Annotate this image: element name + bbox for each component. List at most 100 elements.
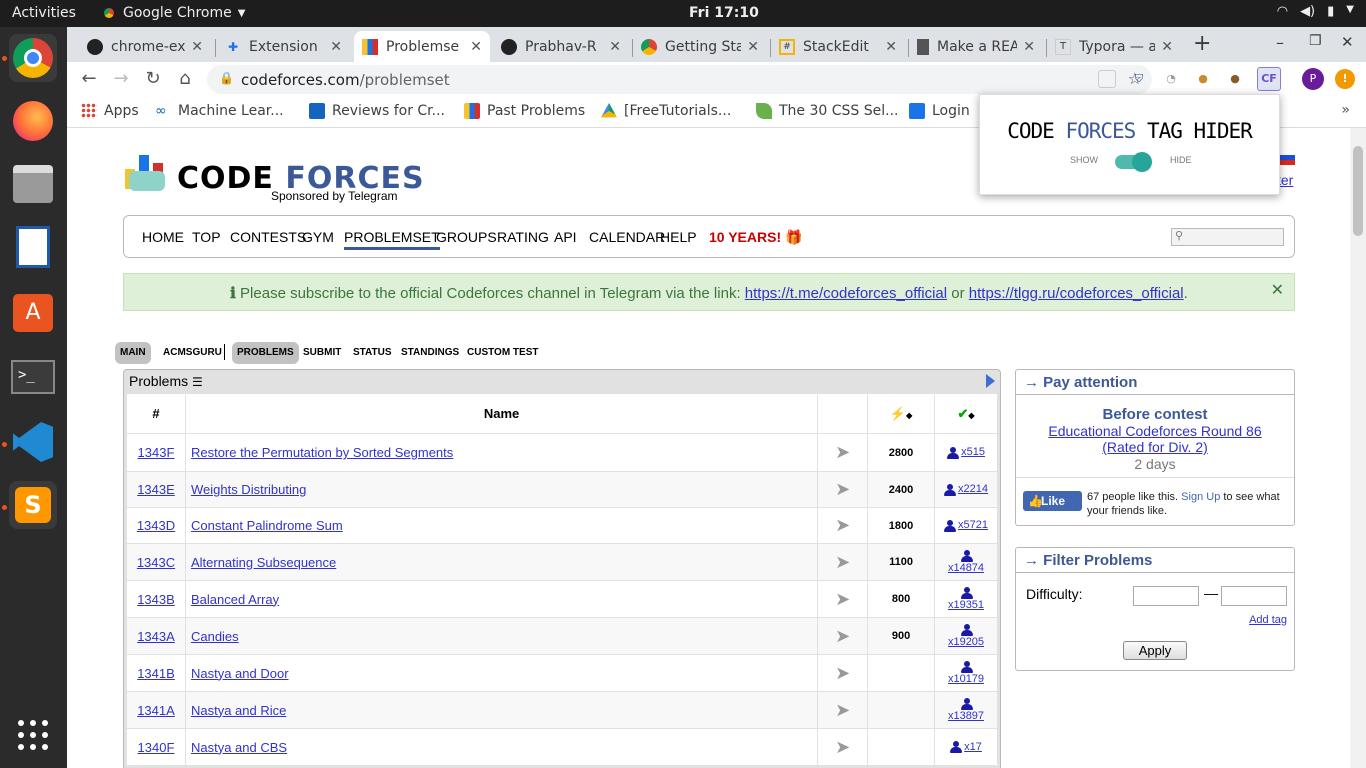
problem-name-link[interactable]: Candies	[191, 629, 239, 644]
problem-name-link[interactable]: Nastya and Door	[191, 666, 289, 681]
submit-plane-icon[interactable]: ➤	[817, 471, 869, 508]
problem-id-link[interactable]: 1343F	[138, 445, 175, 460]
cf-tag-hider-extension-icon[interactable]: CF	[1257, 67, 1281, 91]
dock-writer[interactable]	[9, 223, 57, 271]
column-header-solved[interactable]: ✔◆	[934, 393, 998, 434]
dock-chrome[interactable]	[9, 34, 57, 82]
menu-help[interactable]: HELP	[660, 229, 697, 245]
list-icon[interactable]: ☰	[192, 375, 203, 389]
problem-name-link[interactable]: Alternating Subsequence	[191, 555, 336, 570]
bookmark-reviews[interactable]: Reviews for Cr...	[309, 103, 445, 119]
menu-contests[interactable]: CONTESTS	[230, 229, 306, 245]
home-button[interactable]: ⌂	[173, 68, 197, 90]
tab-typora[interactable]: T Typora — a ✕	[1047, 31, 1181, 62]
submit-plane-icon[interactable]: ➤	[817, 433, 869, 472]
back-button[interactable]: ←	[77, 68, 101, 90]
toggle-knob[interactable]	[1132, 152, 1152, 172]
problem-name-link[interactable]: Nastya and CBS	[191, 740, 287, 755]
scrollbar-thumb[interactable]	[1353, 146, 1363, 236]
close-icon[interactable]: ✕	[1161, 39, 1173, 55]
tab-prabhav[interactable]: Prabhav-R ✕	[493, 31, 629, 62]
solved-count-cell[interactable]: x14874	[934, 543, 998, 581]
next-page-arrow-icon[interactable]	[986, 374, 995, 388]
menu-top[interactable]: TOP	[192, 229, 221, 245]
app-menu[interactable]: Google Chrome ▼	[101, 5, 245, 21]
address-bar[interactable]: 🔒 codeforces.com/problemset ☆	[207, 65, 1152, 94]
solved-count-cell[interactable]: x515	[934, 433, 998, 472]
close-icon[interactable]: ✕	[885, 39, 897, 55]
problem-name-link[interactable]: Restore the Permutation by Sorted Segmen…	[191, 445, 453, 460]
activities-button[interactable]: Activities	[12, 5, 76, 21]
bookmark-machine-learning[interactable]: ∞ Machine Lear...	[155, 103, 284, 119]
menu-home[interactable]: HOME	[142, 229, 184, 245]
maximize-button[interactable]: ❐	[1309, 33, 1322, 49]
cookie-icon[interactable]: ●	[1194, 70, 1212, 88]
extension-icon[interactable]	[1098, 70, 1116, 88]
menu-problemset[interactable]: PROBLEMSET	[344, 229, 440, 250]
update-alert-icon[interactable]: !	[1335, 69, 1355, 89]
tab-getting-started[interactable]: Getting Sta ✕	[633, 31, 767, 62]
close-icon[interactable]: ✕	[191, 39, 203, 55]
more-bookmarks-chevron-icon[interactable]: »	[1341, 102, 1350, 118]
submit-plane-icon[interactable]: ➤	[817, 654, 869, 692]
tab-make-readme[interactable]: Make a REA ✕	[909, 31, 1043, 62]
clock[interactable]: Fri 17:10	[689, 5, 759, 21]
difficulty-max-input[interactable]	[1221, 586, 1287, 606]
contest-link[interactable]: Educational Codeforces Round 86 (Rated f…	[1036, 423, 1274, 455]
menu-gym[interactable]: GYM	[302, 229, 334, 245]
forward-button[interactable]: →	[109, 68, 133, 90]
solved-count-cell[interactable]: x19351	[934, 580, 998, 618]
telegram-link-2[interactable]: https://tlgg.ru/codeforces_official	[969, 285, 1184, 302]
problem-id-link[interactable]: 1341A	[137, 703, 175, 718]
tab-stackedit[interactable]: # StackEdit ✕	[771, 31, 905, 62]
system-tray[interactable]: ◠ ◀) ▮ ▼	[1277, 4, 1354, 19]
dock-terminal[interactable]: >_	[9, 353, 57, 401]
problem-name-link[interactable]: Weights Distributing	[191, 482, 306, 497]
subnav-main[interactable]: MAIN	[115, 342, 151, 364]
russian-flag-icon[interactable]	[1280, 150, 1295, 165]
menu-calendar[interactable]: CALENDAR	[589, 229, 665, 245]
submit-plane-icon[interactable]: ➤	[817, 728, 869, 766]
reload-button[interactable]: ↻	[141, 68, 165, 90]
close-icon[interactable]: ✕	[609, 39, 621, 55]
dock-software[interactable]: A	[9, 289, 57, 337]
dock-files[interactable]	[9, 160, 57, 208]
add-tag-link[interactable]: Add tag	[1249, 614, 1287, 626]
shield-icon[interactable]: ⛉	[1130, 70, 1148, 88]
submit-plane-icon[interactable]: ➤	[817, 580, 869, 618]
problem-id-link[interactable]: 1340F	[138, 740, 175, 755]
telegram-link-1[interactable]: https://t.me/codeforces_official	[745, 285, 947, 302]
solved-count-cell[interactable]: x10179	[934, 654, 998, 692]
column-header-id[interactable]: #	[126, 393, 186, 434]
menu-groups[interactable]: GROUPS	[436, 229, 497, 245]
bookmark-css-selectors[interactable]: The 30 CSS Sel...	[756, 103, 899, 119]
tab-extensions[interactable]: ✚ Extension ✕	[217, 31, 350, 62]
solved-count-cell[interactable]: x2214	[934, 471, 998, 508]
new-tab-button[interactable]: +	[1193, 31, 1211, 56]
menu-api[interactable]: API	[554, 229, 577, 245]
submit-plane-icon[interactable]: ➤	[817, 691, 869, 729]
solved-count-cell[interactable]: x17	[934, 728, 998, 766]
menu-10-years[interactable]: 10 YEARS! 🎁	[709, 229, 802, 246]
close-window-button[interactable]: ✕	[1341, 33, 1354, 51]
solved-count-cell[interactable]: x5721	[934, 507, 998, 544]
problem-id-link[interactable]: 1343C	[137, 555, 175, 570]
subnav-standings[interactable]: STANDINGS	[396, 342, 464, 364]
problem-id-link[interactable]: 1341B	[137, 666, 175, 681]
submit-plane-icon[interactable]: ➤	[817, 507, 869, 544]
bookmark-past-problems[interactable]: Past Problems	[464, 103, 585, 119]
dock-vscode[interactable]	[9, 418, 57, 466]
subnav-problems[interactable]: PROBLEMS	[232, 342, 299, 364]
page-scrollbar[interactable]	[1350, 128, 1366, 768]
column-header-name[interactable]: Name	[184, 393, 819, 434]
difficulty-min-input[interactable]	[1133, 586, 1199, 606]
submit-plane-icon[interactable]: ➤	[817, 617, 869, 655]
problem-id-link[interactable]: 1343D	[137, 518, 175, 533]
subnav-status[interactable]: STATUS	[348, 342, 397, 364]
dock-sublime[interactable]: S	[9, 481, 57, 529]
problem-name-link[interactable]: Constant Palindrome Sum	[191, 518, 343, 533]
facebook-signup-link[interactable]: Sign Up	[1181, 491, 1220, 503]
subnav-acmsguru[interactable]: ACMSGURU	[158, 342, 227, 364]
apply-button[interactable]: Apply	[1123, 641, 1187, 660]
close-icon[interactable]: ✕	[747, 39, 759, 55]
